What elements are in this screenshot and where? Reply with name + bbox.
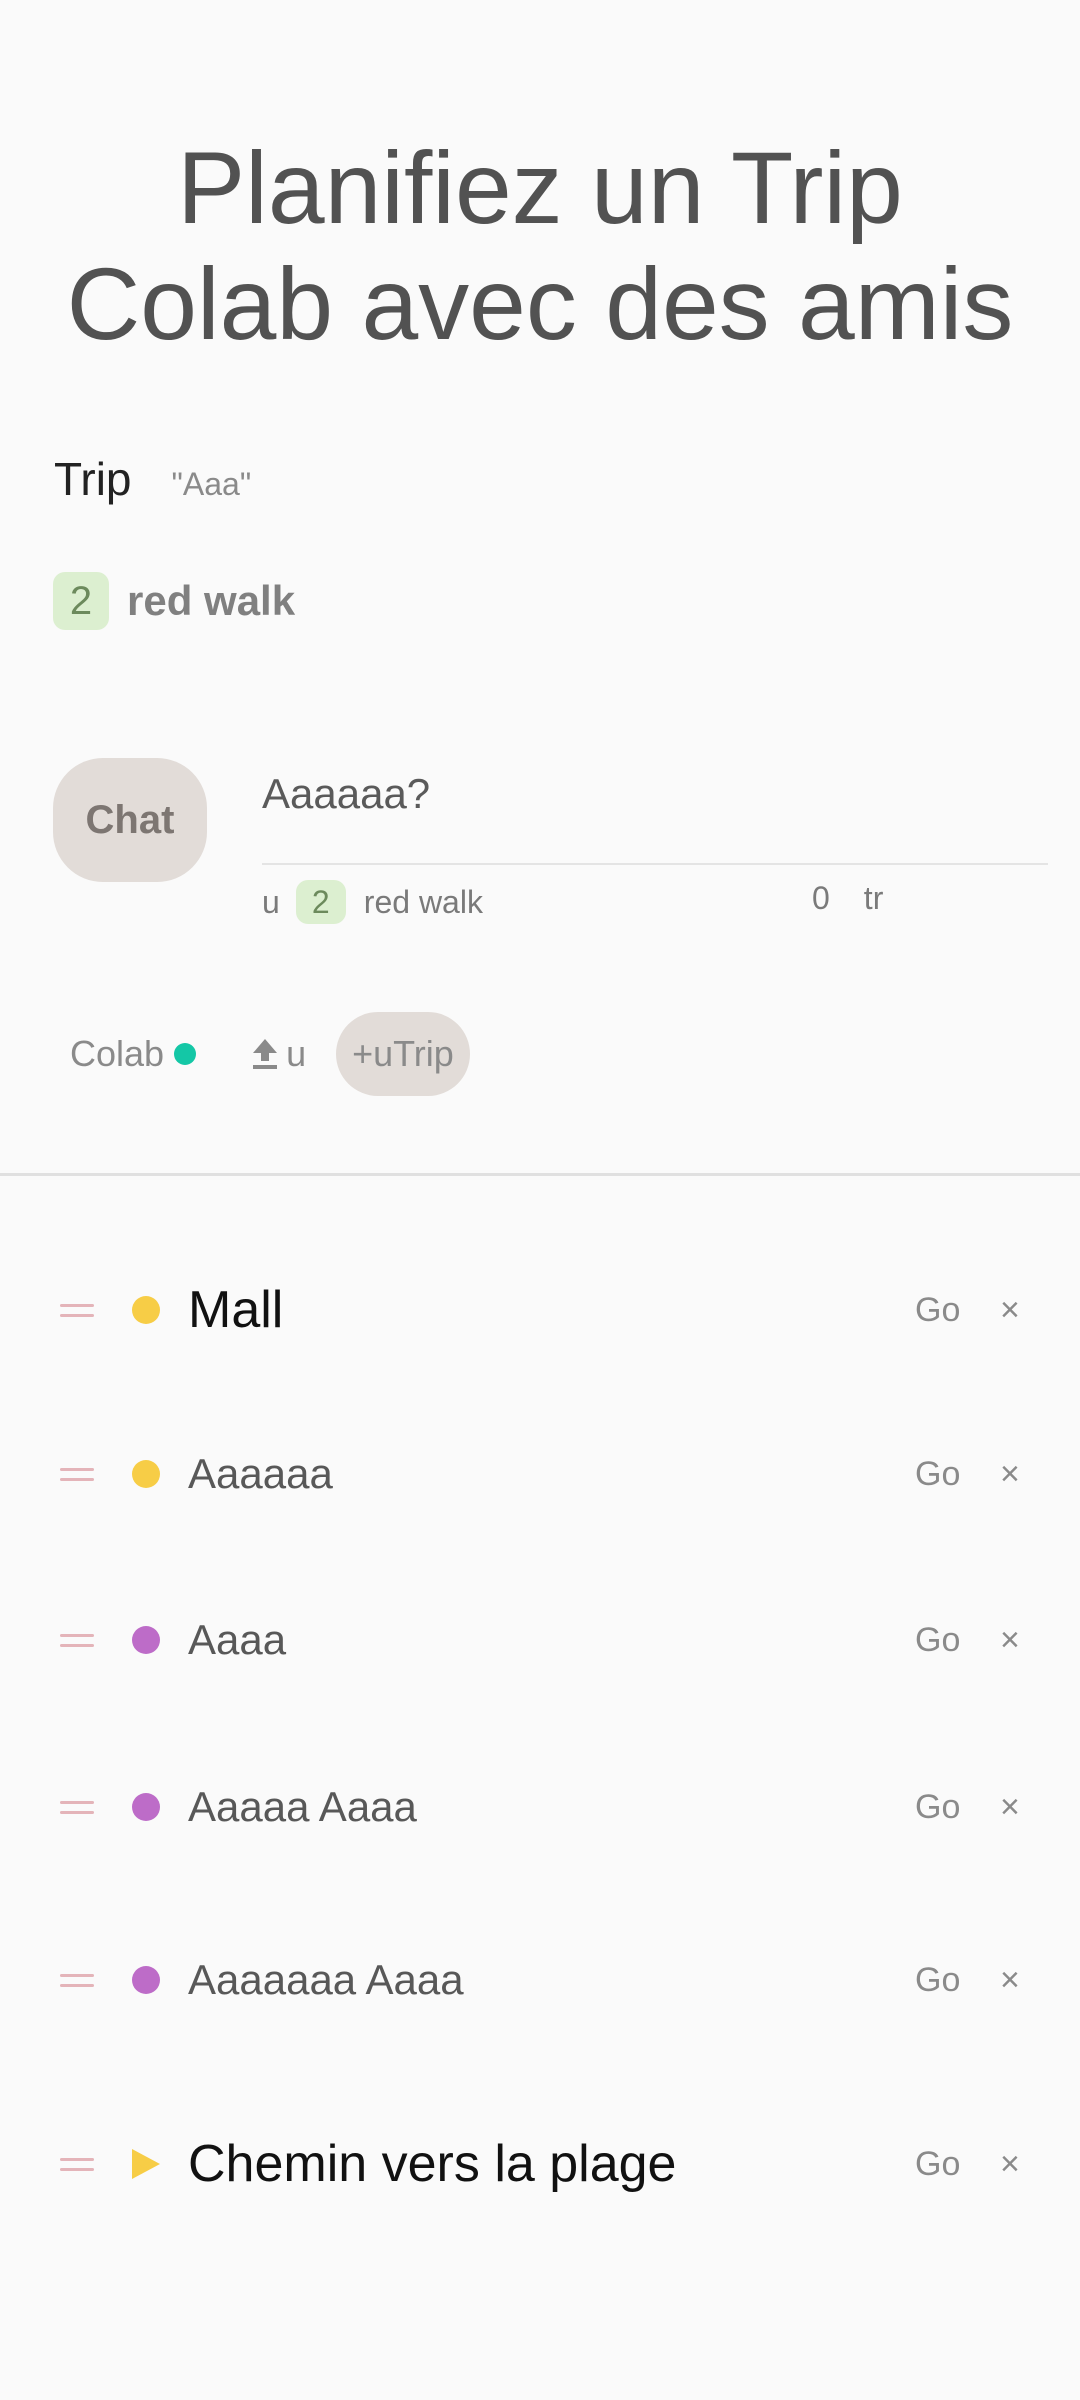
chat-message: Aaaaaa?	[262, 770, 431, 817]
add-trip-button[interactable]: +uTrip	[336, 1012, 470, 1096]
walk-label: red walk	[127, 577, 296, 624]
list-item-label: Aaaaa Aaaa	[188, 1783, 417, 1830]
go-button[interactable]: Go	[915, 1590, 960, 1690]
list-item-label: Chemin vers la plage	[188, 2135, 677, 2193]
drag-handle-icon[interactable]	[60, 1260, 94, 1360]
online-status-dot	[174, 1043, 197, 1065]
go-button[interactable]: Go	[915, 1757, 960, 1857]
drag-handle-icon[interactable]	[60, 2114, 94, 2214]
trip-name[interactable]: "Aaa"	[172, 466, 252, 503]
close-icon[interactable]: ×	[1000, 1260, 1020, 1360]
chat-button[interactable]: Chat	[53, 758, 207, 882]
meta-count-badge: 2	[295, 880, 346, 924]
place-dot-icon	[132, 1296, 160, 1324]
close-icon[interactable]: ×	[1000, 1757, 1020, 1857]
list-item-label: Mall	[188, 1281, 284, 1339]
meta-user: u	[262, 883, 280, 920]
go-button[interactable]: Go	[915, 2114, 960, 2214]
colab-label[interactable]: Colab	[70, 1033, 164, 1075]
list-item-label: Aaaa	[188, 1616, 287, 1663]
message-divider	[262, 863, 1048, 865]
close-icon[interactable]: ×	[1000, 1930, 1020, 2030]
go-button[interactable]: Go	[915, 1260, 960, 1360]
drag-handle-icon[interactable]	[60, 1757, 94, 1857]
route-triangle-icon	[132, 2149, 160, 2179]
section-divider	[0, 1173, 1080, 1176]
hero-title: Planifiez un Trip Colab avec des amis	[0, 130, 1080, 362]
upload-label: u	[286, 1033, 307, 1074]
list-item[interactable]: Mall Go ×	[0, 1260, 1080, 1360]
meta-label: red walk	[363, 883, 483, 920]
list-item[interactable]: Aaaaaaa Aaaa Go ×	[0, 1930, 1080, 2030]
meta-tr: tr	[863, 880, 884, 916]
close-icon[interactable]: ×	[1000, 1590, 1020, 1690]
upload-button[interactable]: u	[250, 1033, 306, 1075]
list-item[interactable]: Chemin vers la plage Go ×	[0, 2114, 1080, 2214]
list-item[interactable]: Aaaaaa Go ×	[0, 1424, 1080, 1524]
place-dot-icon	[132, 1793, 160, 1821]
close-icon[interactable]: ×	[1000, 2114, 1020, 2214]
hero-line-2: Colab avec des amis	[66, 247, 1014, 361]
drag-handle-icon[interactable]	[60, 1590, 94, 1690]
walk-summary: 2 red walk	[53, 572, 295, 630]
list-item-label: Aaaaaaa Aaaa	[188, 1956, 464, 2003]
trip-label: Trip	[54, 453, 132, 505]
place-dot-icon	[132, 1966, 160, 1994]
close-icon[interactable]: ×	[1000, 1424, 1020, 1524]
drag-handle-icon[interactable]	[60, 1424, 94, 1524]
list-item[interactable]: Aaaaa Aaaa Go ×	[0, 1757, 1080, 1857]
hero-line-1: Planifiez un Trip	[177, 131, 903, 245]
action-bar: Colab u +uTrip	[70, 1012, 470, 1096]
message-meta-right: 0 tr	[812, 880, 883, 917]
walk-count-badge: 2	[53, 572, 109, 630]
place-dot-icon	[132, 1626, 160, 1654]
go-button[interactable]: Go	[915, 1930, 960, 2030]
meta-number: 0	[812, 880, 830, 916]
list-item-label: Aaaaaa	[188, 1450, 333, 1497]
drag-handle-icon[interactable]	[60, 1930, 94, 2030]
place-dot-icon	[132, 1460, 160, 1488]
go-button[interactable]: Go	[915, 1424, 960, 1524]
upload-icon	[253, 1039, 278, 1069]
trip-header: Trip "Aaa"	[54, 452, 251, 506]
message-meta: u 2 red walk	[262, 880, 483, 924]
list-item[interactable]: Aaaa Go ×	[0, 1590, 1080, 1690]
